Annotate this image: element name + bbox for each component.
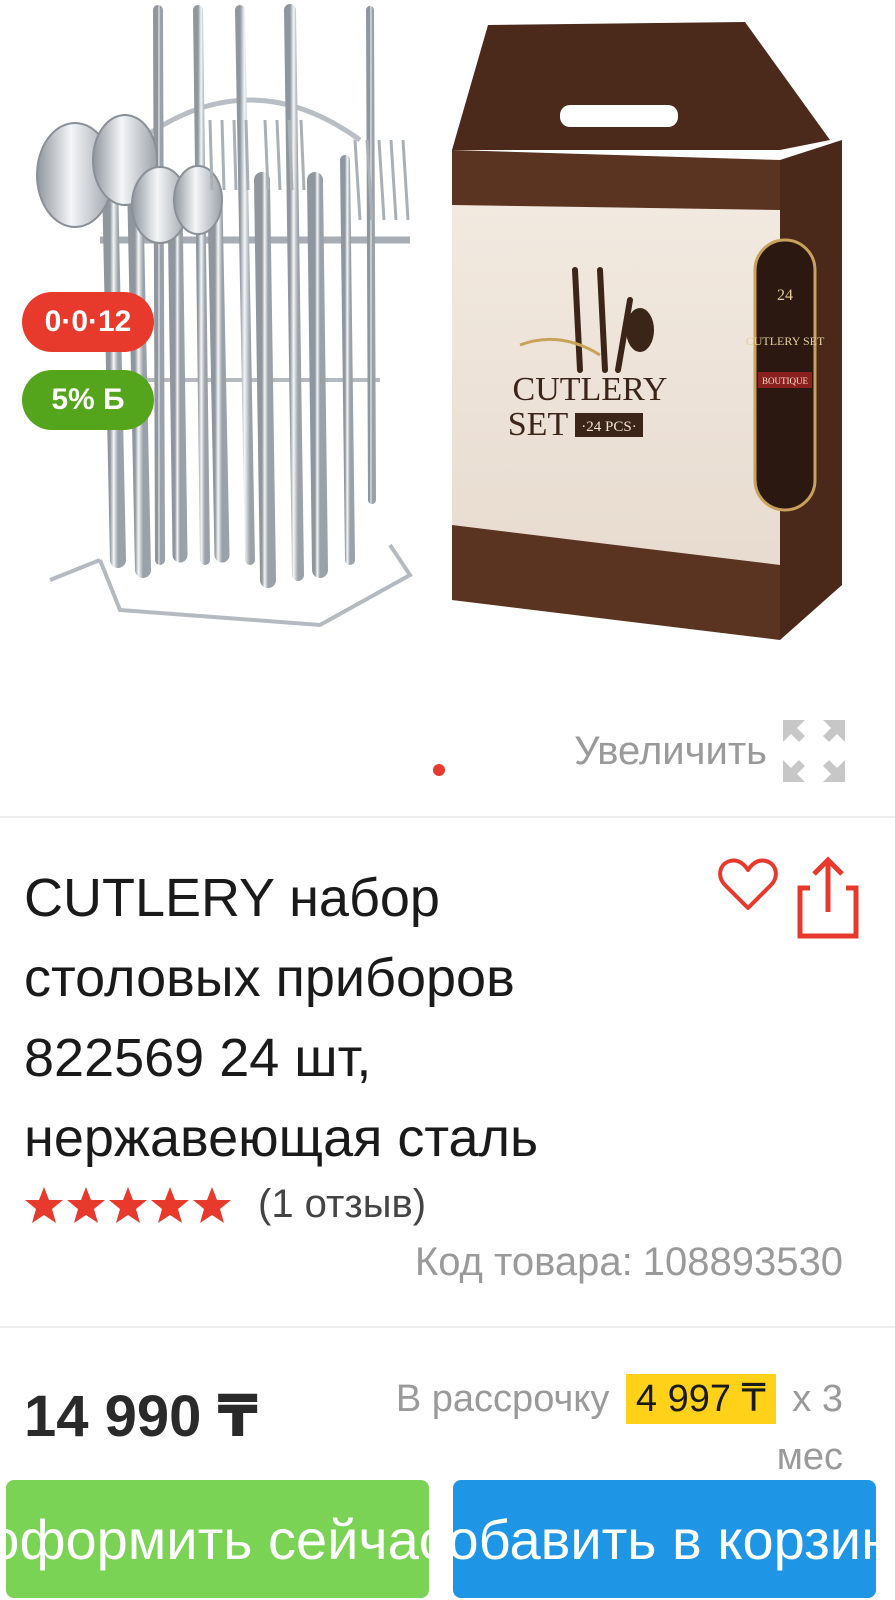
installment-info[interactable]: В рассрочку 4 997 ₸ х 3 мес	[343, 1370, 843, 1486]
product-code: Код товара: 108893530	[415, 1240, 843, 1285]
star-icon	[25, 1186, 63, 1223]
product-title: CUTLERY набор столовых приборов 822569 2…	[24, 868, 539, 1168]
box-side-badge: BOUTIQUE	[762, 376, 808, 386]
star-icon	[151, 1186, 189, 1223]
zoom-label: Увеличить	[574, 728, 767, 773]
zoom-button[interactable]: Увеличить	[574, 718, 847, 784]
rating-row[interactable]: (1 отзыв)	[24, 1182, 426, 1227]
box-text-line2: SET	[508, 406, 569, 443]
box-side-title: CUTLERY SET	[746, 334, 825, 348]
installment-suffix: х 3 мес	[776, 1378, 843, 1478]
installment-prefix: В рассрочку	[395, 1378, 610, 1420]
box-text-line1: CUTLERY	[513, 371, 668, 408]
box-text-pcs: ·24 PCS·	[581, 419, 636, 435]
share-icon[interactable]	[796, 856, 860, 940]
cutlery-box-illustration	[452, 22, 842, 640]
heart-icon[interactable]	[717, 856, 779, 912]
review-count-link[interactable]: (1 отзыв)	[258, 1182, 426, 1227]
star-icon	[109, 1186, 147, 1223]
box-side-number: 24	[777, 287, 793, 304]
star-icon	[193, 1186, 231, 1223]
sku-value: 108893530	[642, 1240, 843, 1284]
installment-badge: 0·0·12	[22, 292, 154, 352]
gallery-pagination-dot[interactable]	[433, 764, 445, 776]
rating-stars	[24, 1186, 232, 1224]
divider	[0, 816, 895, 818]
bonus-badge: 5% Б	[22, 370, 154, 430]
installment-amount: 4 997 ₸	[625, 1374, 776, 1424]
product-price: 14 990 ₸	[24, 1384, 258, 1449]
sku-label: Код товара:	[414, 1240, 633, 1284]
star-icon	[67, 1186, 105, 1223]
expand-icon	[783, 720, 845, 782]
add-to-cart-button[interactable]: Добавить в корзину	[453, 1480, 876, 1598]
buy-now-button[interactable]: оформить сейчас	[6, 1480, 429, 1598]
divider	[0, 1326, 895, 1328]
